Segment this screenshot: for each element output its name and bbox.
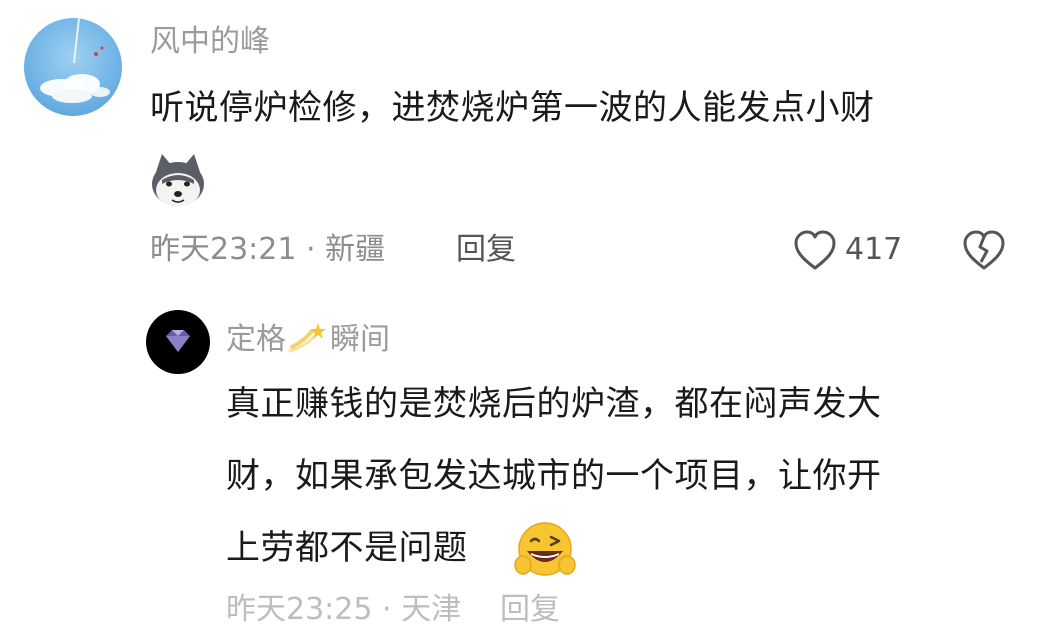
like-count: 417 — [845, 232, 903, 267]
reply-text-line-1: 真正赚钱的是焚烧后的炉渣，都在闷声发大 — [226, 384, 882, 424]
diamond-icon — [166, 330, 190, 352]
reply-username-part2[interactable]: 瞬间 — [330, 322, 390, 357]
reply-username-container: 定格 瞬间 — [226, 319, 390, 360]
reply-reply-button[interactable]: 回复 — [500, 590, 560, 630]
heart-outline-icon[interactable] — [793, 229, 837, 271]
husky-dog-emoji-icon — [148, 150, 208, 210]
comment-time-location: 昨天23:21 · 新疆 — [150, 232, 386, 267]
reply-text-line-3: 上劳都不是问题 — [226, 528, 468, 568]
reply-button[interactable]: 回复 — [456, 230, 516, 270]
commenter-username[interactable]: 风中的峰 — [150, 22, 270, 62]
reply-avatar[interactable] — [146, 310, 210, 374]
sky-clouds-icon — [40, 18, 110, 103]
grinning-wink-emoji-icon — [509, 519, 581, 579]
reply-text-line-2: 财，如果承包发达城市的一个项目，让你开 — [226, 456, 882, 496]
reply-time-location: 昨天23:25 · 天津 — [226, 592, 462, 627]
comment-text: 听说停炉检修，进焚烧炉第一波的人能发点小财 — [150, 88, 875, 128]
shooting-star-emoji-icon — [288, 319, 328, 355]
commenter-avatar[interactable] — [24, 18, 122, 116]
broken-heart-icon[interactable] — [962, 229, 1006, 271]
reply-username-part1[interactable]: 定格 — [226, 322, 286, 357]
